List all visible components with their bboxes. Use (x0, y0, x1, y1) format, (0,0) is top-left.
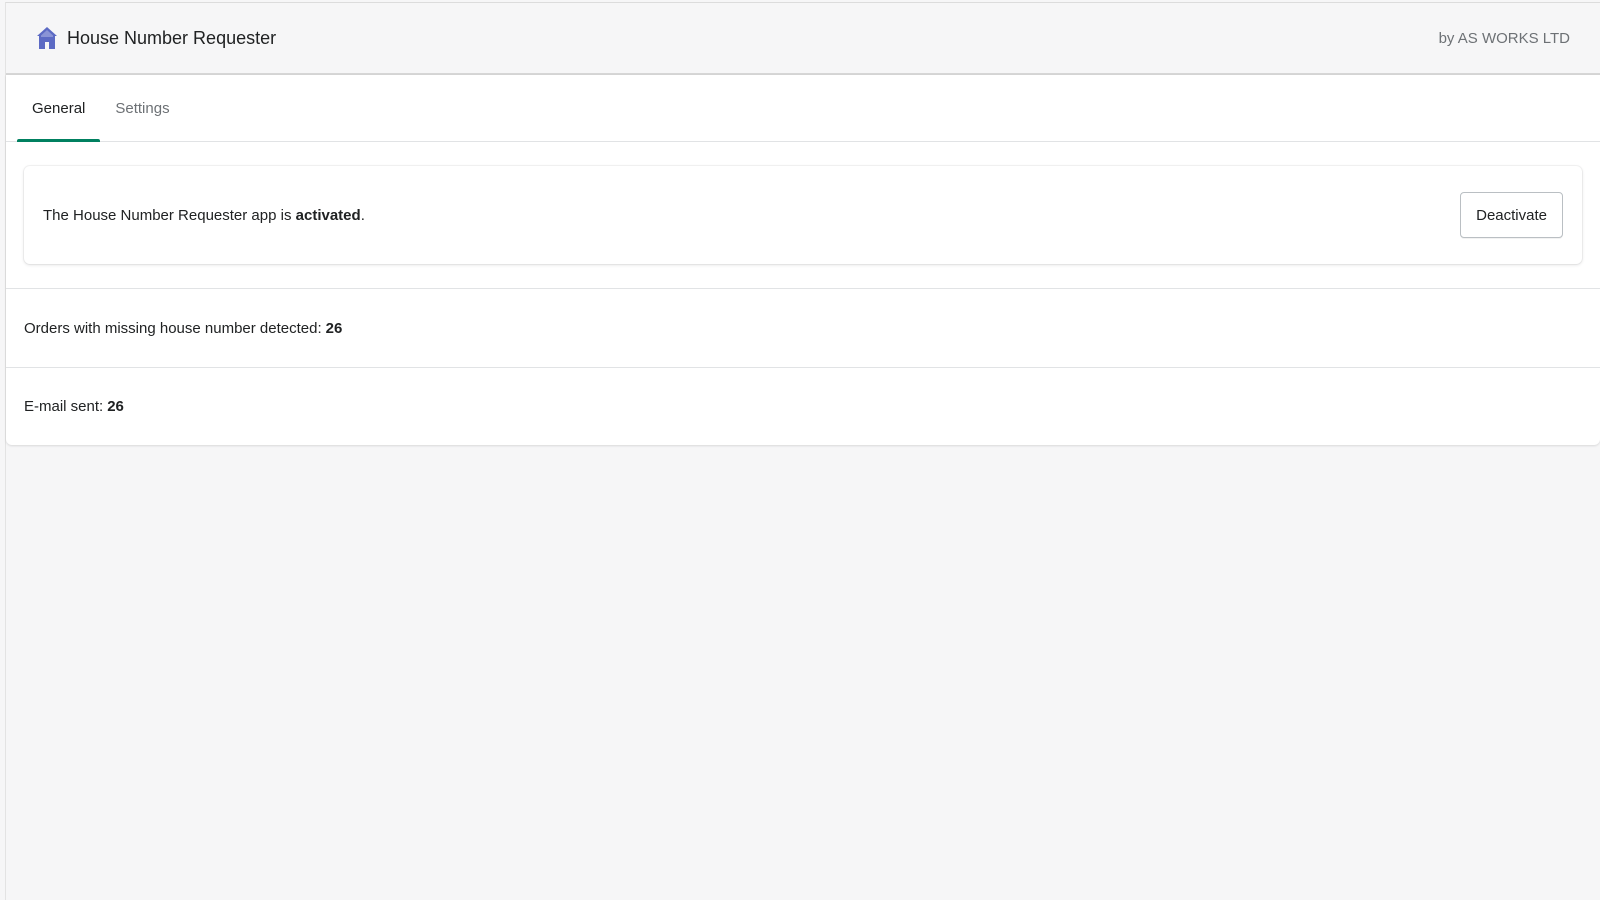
tab-general[interactable]: General (17, 75, 101, 142)
tab-general-label: General (32, 99, 86, 117)
house-icon (36, 26, 58, 50)
stat-value: 26 (107, 398, 124, 415)
app-title: House Number Requester (67, 27, 277, 48)
status-suffix: . (360, 206, 365, 224)
main-panel: General Settings The House Number Reques… (6, 75, 1600, 445)
app-brand: House Number Requester (36, 26, 276, 50)
activation-status-text: The House Number Requester app is activa… (43, 207, 365, 224)
tab-bar: General Settings (6, 75, 1600, 142)
activation-status-card: The House Number Requester app is activa… (24, 166, 1582, 264)
email-sent-stat: E-mail sent: 26 (6, 367, 1600, 445)
app-header: House Number Requester by AS WORKS LTD (6, 3, 1600, 75)
status-section: The House Number Requester app is activa… (6, 142, 1600, 289)
vendor-label: by AS WORKS LTD (1438, 29, 1570, 47)
tab-settings[interactable]: Settings (100, 75, 184, 141)
deactivate-button[interactable]: Deactivate (1460, 192, 1563, 238)
stat-label: E-mail sent: (24, 398, 104, 415)
stat-value: 26 (325, 319, 343, 337)
status-prefix: The House Number Requester app is (43, 206, 292, 224)
stat-label: Orders with missing house number detecte… (24, 319, 322, 337)
missing-house-number-stat: Orders with missing house number detecte… (6, 289, 1600, 367)
tab-settings-label: Settings (115, 99, 170, 117)
status-state: activated (295, 206, 361, 224)
app-frame: House Number Requester by AS WORKS LTD G… (5, 2, 1600, 900)
